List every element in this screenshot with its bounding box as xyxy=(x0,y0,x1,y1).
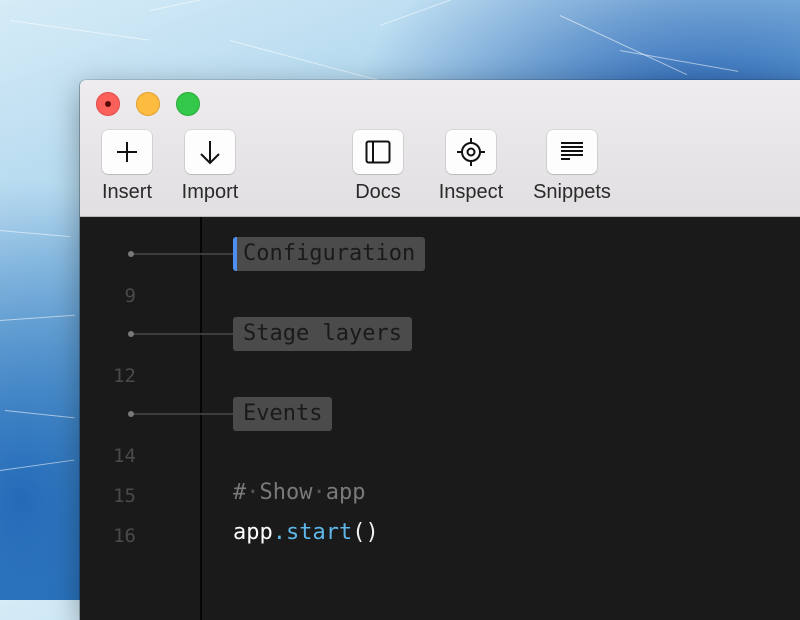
gutter-divider xyxy=(200,217,202,620)
app-window: Insert Import Docs Inspect Snippets 9 12… xyxy=(80,80,800,620)
arrow-down-icon xyxy=(200,141,220,165)
fold-connector xyxy=(134,253,234,255)
close-button[interactable] xyxy=(96,92,120,116)
folded-section-stage-layers[interactable]: Stage layers xyxy=(233,317,412,351)
line-number: 9 xyxy=(124,285,136,307)
whitespace-marker: · xyxy=(312,480,326,505)
minimize-button[interactable] xyxy=(136,92,160,116)
fold-connector xyxy=(134,333,234,335)
inspect-button[interactable]: Inspect xyxy=(421,130,521,204)
snippets-label: Snippets xyxy=(533,181,611,203)
line-number: 14 xyxy=(113,445,136,467)
import-label: Import xyxy=(181,181,239,203)
zoom-button[interactable] xyxy=(176,92,200,116)
snippets-button[interactable]: Snippets xyxy=(522,130,622,204)
line-number: 16 xyxy=(113,525,136,547)
titlebar-toolbar: Insert Import Docs Inspect Snippets xyxy=(80,80,800,217)
line-number: 12 xyxy=(113,365,136,387)
line-number: 15 xyxy=(113,485,136,507)
text-lines-icon xyxy=(561,142,583,160)
code-method: .start xyxy=(272,520,353,545)
import-button[interactable]: Import xyxy=(160,130,260,204)
code-identifier: app xyxy=(233,520,273,545)
plus-icon xyxy=(117,142,137,162)
crosshair-icon xyxy=(457,138,485,166)
code-parens: () xyxy=(352,520,379,545)
sidebar-icon xyxy=(365,140,391,164)
whitespace-marker: · xyxy=(246,480,260,505)
docs-button[interactable]: Docs xyxy=(328,130,428,204)
code-line-comment[interactable]: #·Show·app xyxy=(233,480,365,505)
comment-hash: # xyxy=(233,480,247,505)
code-line-app-start[interactable]: app.start() xyxy=(233,520,379,545)
comment-text: Show xyxy=(259,480,313,505)
code-editor[interactable]: 9 12 14 15 16 Configuration Stage layers… xyxy=(80,217,800,620)
inspect-label: Inspect xyxy=(438,181,504,203)
fold-connector xyxy=(134,413,234,415)
comment-text: app xyxy=(325,480,366,505)
folded-section-configuration[interactable]: Configuration xyxy=(233,237,426,271)
folded-section-events[interactable]: Events xyxy=(233,397,333,431)
docs-label: Docs xyxy=(355,181,401,203)
